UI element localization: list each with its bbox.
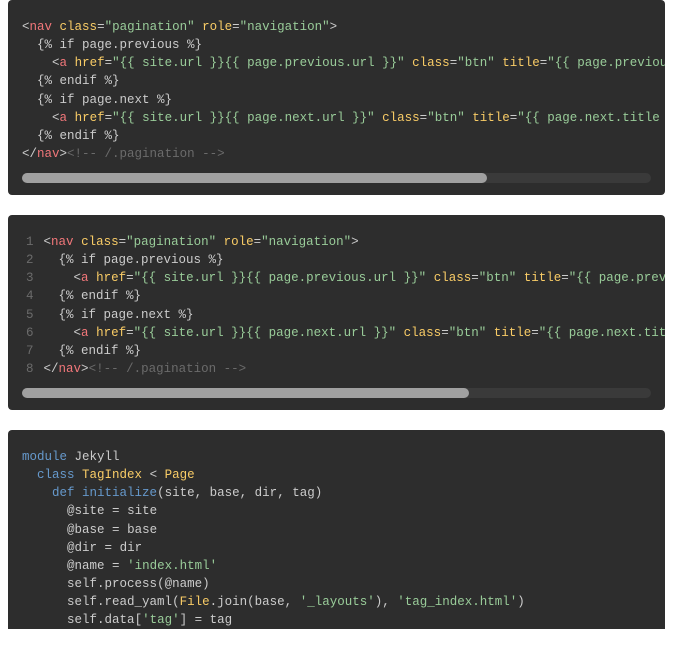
code-scroll: 1 2 3 4 5 6 7 8 <nav class="pagination" … [8,233,665,378]
line-number-gutter: 1 2 3 4 5 6 7 8 [8,233,44,378]
code-scroll: <nav class="pagination" role="navigation… [8,18,665,163]
code-lines: <nav class="pagination" role="navigation… [44,233,665,378]
scrollbar-track[interactable] [22,388,651,398]
code-body: 1 2 3 4 5 6 7 8 <nav class="pagination" … [8,233,665,378]
code-body: <nav class="pagination" role="navigation… [8,18,665,163]
code-block-html-1: <nav class="pagination" role="navigation… [8,0,665,195]
scrollbar-track[interactable] [22,173,651,183]
scrollbar-thumb[interactable] [22,173,487,183]
scrollbar-thumb[interactable] [22,388,469,398]
code-block-html-2: 1 2 3 4 5 6 7 8 <nav class="pagination" … [8,215,665,410]
code-body: module Jekyll class TagIndex < Page def … [8,448,539,629]
code-scroll: module Jekyll class TagIndex < Page def … [8,448,665,629]
code-block-ruby: module Jekyll class TagIndex < Page def … [8,430,665,629]
